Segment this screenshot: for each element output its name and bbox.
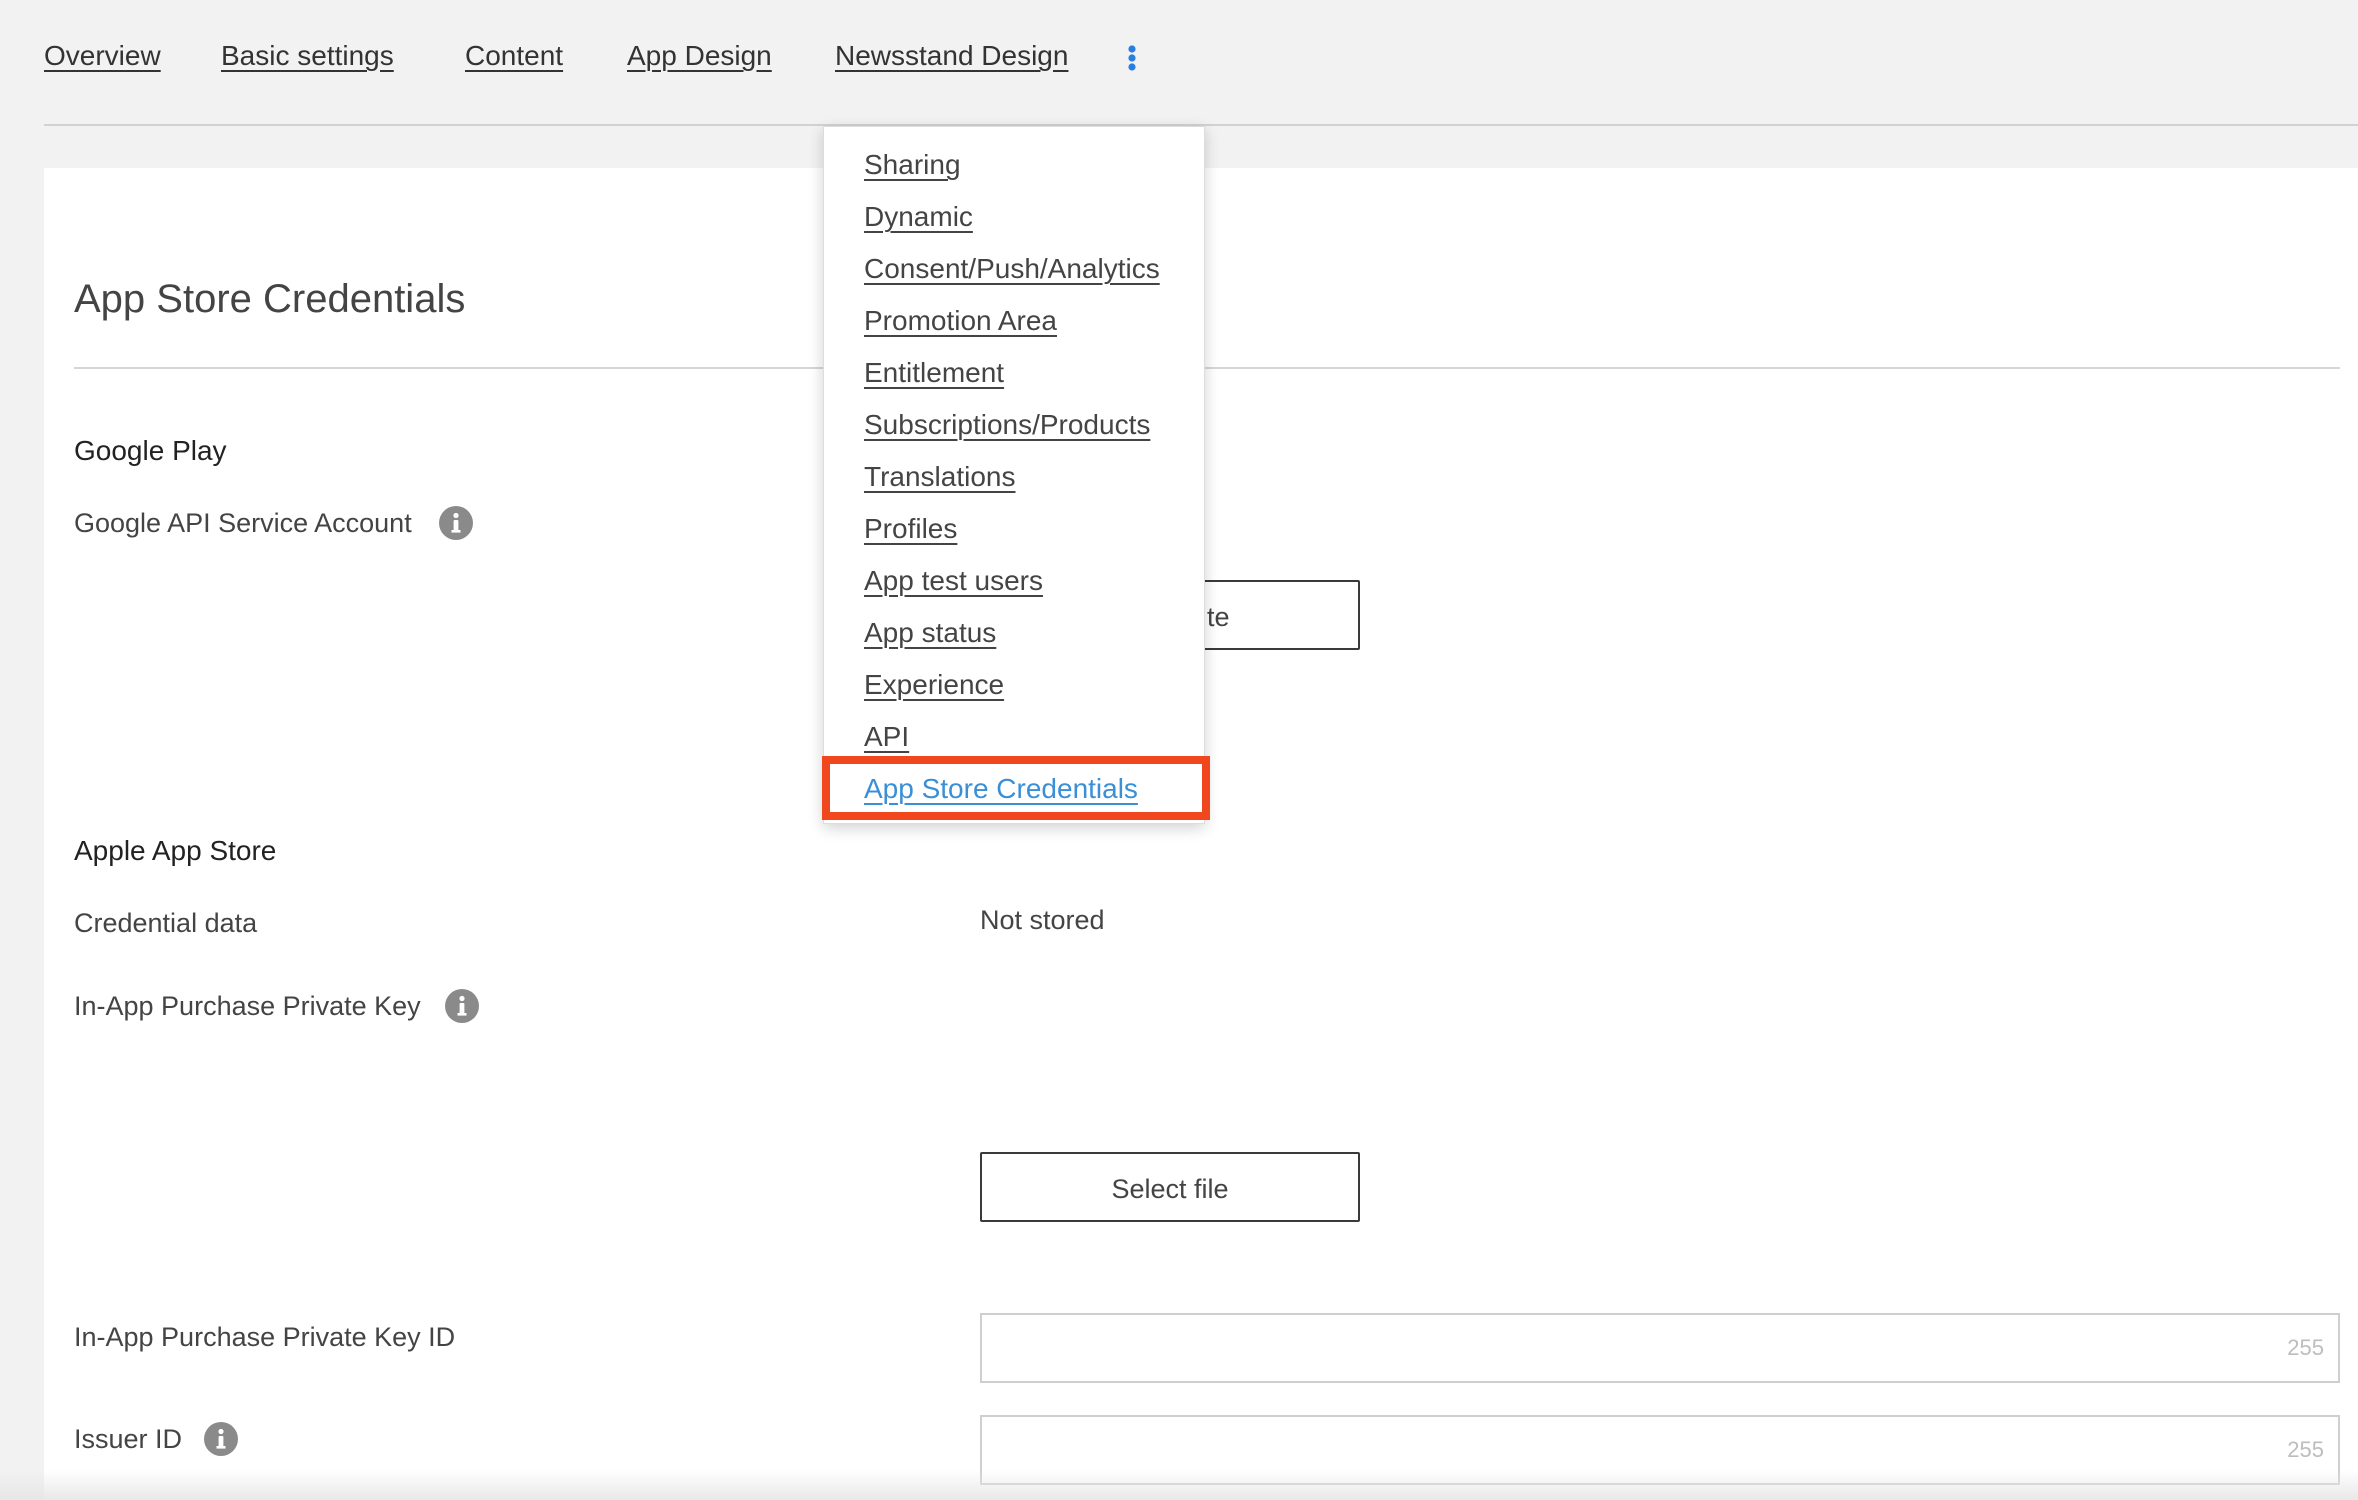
- tab-basic-settings[interactable]: Basic settings: [221, 38, 394, 74]
- service-account-button-label: te: [1207, 602, 1230, 632]
- tab-newsstand-design[interactable]: Newsstand Design: [835, 38, 1068, 74]
- info-icon[interactable]: [204, 1422, 238, 1456]
- select-file-label: Select file: [1111, 1174, 1229, 1204]
- credential-data-label: Credential data: [74, 908, 258, 938]
- tab-content[interactable]: Content: [465, 38, 563, 74]
- google-play-heading: Google Play: [74, 435, 227, 466]
- info-icon[interactable]: [439, 506, 473, 540]
- issuer-id-label: Issuer ID: [74, 1424, 183, 1454]
- menu-item-experience[interactable]: Experience: [824, 659, 1204, 711]
- menu-item-consent-push-analytics[interactable]: Consent/Push/Analytics: [824, 243, 1204, 295]
- kebab-vertical-icon[interactable]: [1124, 44, 1140, 74]
- bottom-fade: [0, 1470, 2358, 1500]
- menu-item-profiles[interactable]: Profiles: [824, 503, 1204, 555]
- private-key-label: In-App Purchase Private Key: [74, 991, 421, 1021]
- menu-item-sharing[interactable]: Sharing: [824, 139, 1204, 191]
- select-file-button[interactable]: Select file: [980, 1152, 1360, 1222]
- menu-item-subscriptions-products[interactable]: Subscriptions/Products: [824, 399, 1204, 451]
- menu-item-dynamic[interactable]: Dynamic: [824, 191, 1204, 243]
- private-key-id-counter: 255: [2287, 1335, 2324, 1360]
- menu-item-entitlement[interactable]: Entitlement: [824, 347, 1204, 399]
- menu-item-app-store-credentials[interactable]: App Store Credentials: [824, 763, 1204, 815]
- tab-app-design[interactable]: App Design: [627, 38, 772, 74]
- apple-app-store-heading: Apple App Store: [74, 835, 277, 866]
- menu-item-app-test-users[interactable]: App test users: [824, 555, 1204, 607]
- private-key-id-label: In-App Purchase Private Key ID: [74, 1322, 456, 1352]
- page-title: App Store Credentials: [74, 277, 466, 321]
- info-icon[interactable]: [445, 989, 479, 1023]
- menu-item-app-status[interactable]: App status: [824, 607, 1204, 659]
- menu-item-translations[interactable]: Translations: [824, 451, 1204, 503]
- menu-item-promotion-area[interactable]: Promotion Area: [824, 295, 1204, 347]
- more-tabs-dropdown: Sharing Dynamic Consent/Push/Analytics P…: [823, 126, 1205, 824]
- google-api-service-account-label: Google API Service Account: [74, 508, 412, 538]
- private-key-id-input[interactable]: 255: [980, 1313, 2340, 1383]
- credential-data-value: Not stored: [980, 905, 1105, 935]
- tab-overview[interactable]: Overview: [44, 38, 161, 74]
- title-divider: [74, 367, 2340, 369]
- menu-item-api[interactable]: API: [824, 711, 1204, 763]
